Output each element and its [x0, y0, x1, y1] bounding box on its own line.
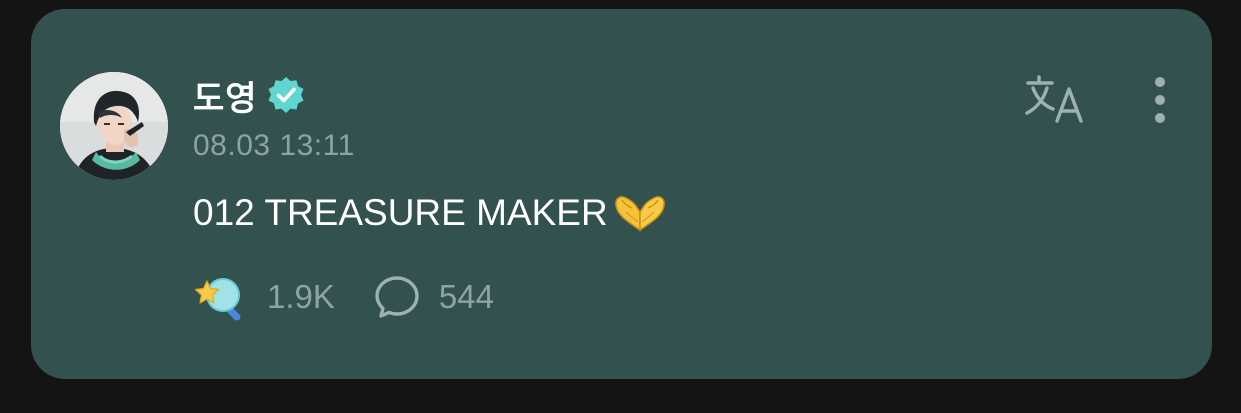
reaction-button[interactable]: 1.9K [193, 273, 335, 321]
post-actions: 1.9K 544 [193, 273, 494, 321]
more-vertical-icon[interactable] [1143, 73, 1177, 139]
reaction-count: 1.9K [267, 278, 335, 315]
verified-badge-icon [268, 77, 304, 113]
author-name[interactable]: 도영 [193, 71, 258, 120]
post-timestamp: 08.03 13:11 [193, 129, 355, 162]
comment-count: 544 [438, 278, 494, 315]
comment-button[interactable]: 544 [373, 273, 494, 321]
post-text: 012 TREASURE MAKER [193, 192, 608, 233]
post-content: 012 TREASURE MAKER [193, 192, 668, 234]
avatar-image [60, 72, 168, 180]
heart-hands-emoji-icon [614, 196, 665, 232]
comment-bubble-icon [375, 276, 419, 318]
translate-icon[interactable] [1025, 73, 1091, 125]
post-card[interactable]: 도영 08.03 13:11 012 TREASURE MAKER 1.9K 5… [31, 9, 1212, 379]
author-row: 도영 [193, 71, 306, 120]
avatar[interactable] [60, 72, 168, 180]
star-wand-reaction-icon [194, 278, 241, 321]
